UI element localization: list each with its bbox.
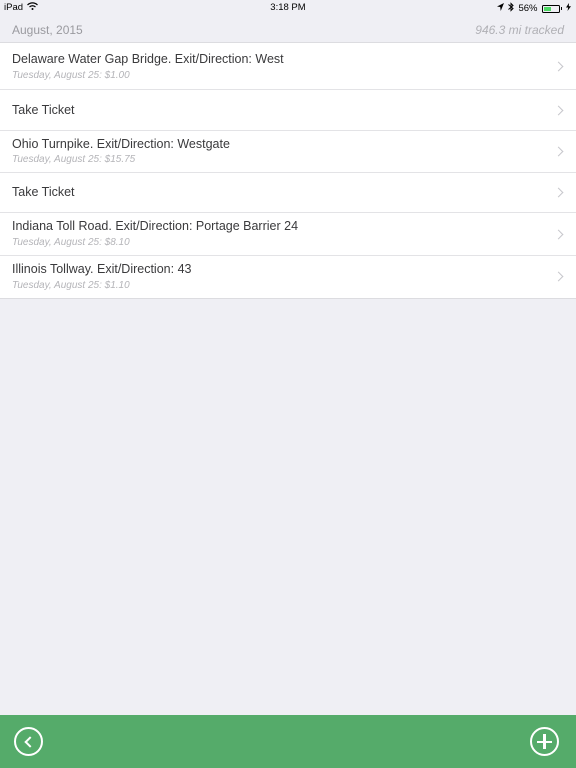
battery-percent: 56% — [518, 3, 538, 14]
row-title: Illinois Tollway. Exit/Direction: 43 — [12, 262, 192, 276]
chevron-right-icon — [553, 229, 564, 240]
back-circle-icon — [24, 736, 36, 748]
status-time: 3:18 PM — [270, 2, 306, 13]
chevron-right-icon — [553, 146, 564, 157]
charging-icon — [566, 3, 571, 14]
chevron-right-icon — [553, 105, 564, 116]
row-title: Ohio Turnpike. Exit/Direction: Westgate — [12, 137, 230, 151]
status-bar: iPad 3:18 PM 56% — [0, 0, 576, 15]
bottom-toolbar — [0, 715, 576, 768]
chevron-right-icon — [553, 61, 564, 72]
battery-nub — [560, 7, 562, 10]
row-subtitle: Tuesday, August 25: $1.10 — [12, 280, 130, 291]
row-title: Delaware Water Gap Bridge. Exit/Directio… — [12, 52, 284, 66]
battery-body — [541, 4, 560, 13]
row-title: Take Ticket — [12, 185, 75, 199]
row-subtitle: Tuesday, August 25: $1.00 — [12, 70, 130, 81]
add-button[interactable] — [530, 727, 559, 756]
row-subtitle: Tuesday, August 25: $15.75 — [12, 154, 136, 165]
section-title: August, 2015 — [12, 23, 83, 37]
section-header: August, 2015 946.3 mi tracked — [0, 15, 576, 42]
battery-fill — [543, 6, 552, 11]
list-item[interactable]: Ohio Turnpike. Exit/Direction: Westgate … — [0, 131, 576, 173]
battery-icon — [541, 4, 562, 13]
row-subtitle: Tuesday, August 25: $8.10 — [12, 237, 130, 248]
bluetooth-icon — [508, 2, 515, 15]
list-item[interactable]: Delaware Water Gap Bridge. Exit/Directio… — [0, 43, 576, 90]
row-title: Indiana Toll Road. Exit/Direction: Porta… — [12, 219, 299, 233]
status-right: 56% — [497, 2, 571, 15]
list-item[interactable]: Indiana Toll Road. Exit/Direction: Porta… — [0, 213, 576, 256]
list-item[interactable]: Illinois Tollway. Exit/Direction: 43 Tue… — [0, 256, 576, 298]
plus-vertical — [543, 734, 546, 749]
chevron-right-icon — [553, 187, 564, 198]
list-item[interactable]: Take Ticket — [0, 90, 576, 131]
back-button[interactable] — [14, 727, 43, 756]
list-item[interactable]: Take Ticket — [0, 173, 576, 213]
section-total: 946.3 mi tracked — [475, 23, 564, 37]
chevron-right-icon — [553, 271, 564, 282]
toll-list: Delaware Water Gap Bridge. Exit/Directio… — [0, 42, 576, 299]
location-arrow-icon — [497, 3, 505, 14]
row-title: Take Ticket — [12, 103, 75, 117]
